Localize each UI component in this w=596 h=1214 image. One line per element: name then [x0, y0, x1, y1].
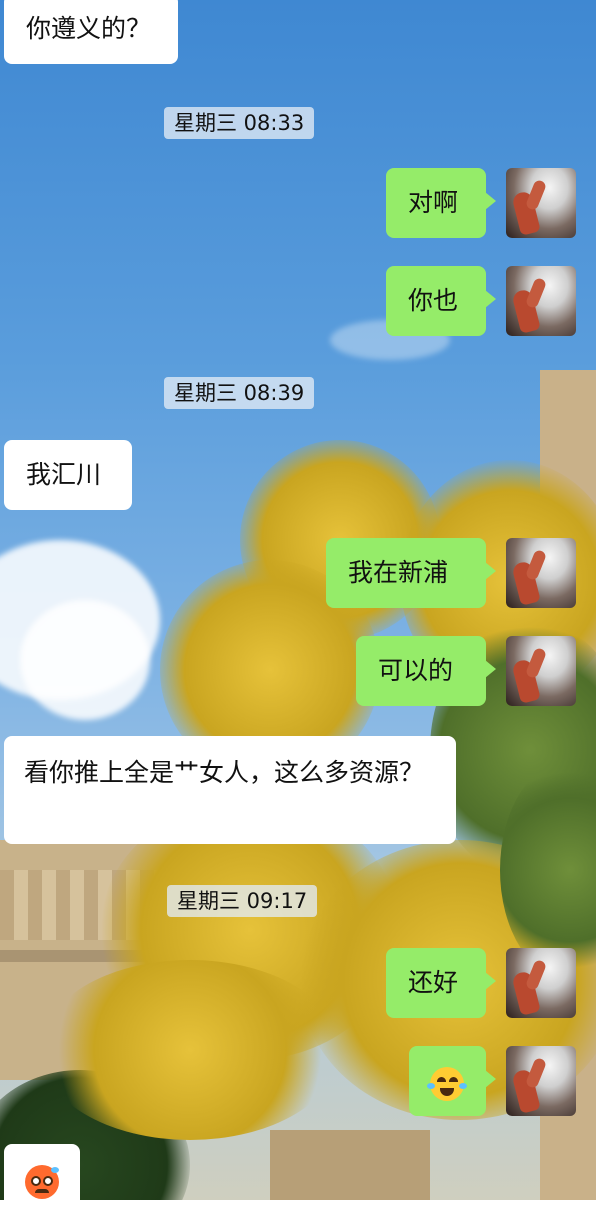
incoming-emoji-bubble[interactable] — [4, 1144, 80, 1214]
anxious-face-icon — [25, 1165, 59, 1199]
face-with-tears-of-joy-icon — [427, 1067, 467, 1101]
timestamp: 星期三 08:39 — [164, 377, 315, 409]
timestamp: 星期三 08:33 — [164, 107, 315, 139]
message-text: 我汇川 — [26, 460, 102, 489]
message-text: 你也 — [408, 286, 459, 315]
outgoing-emoji-bubble[interactable] — [409, 1046, 496, 1116]
outgoing-message-bubble[interactable]: 你也 — [386, 266, 496, 336]
user-avatar[interactable] — [506, 1046, 576, 1116]
outgoing-message-bubble[interactable]: 还好 — [386, 948, 496, 1018]
message-text: 还好 — [408, 968, 459, 997]
incoming-message-bubble[interactable]: 看你推上全是艹女人，这么多资源？ — [4, 736, 456, 844]
timestamp: 星期三 09:17 — [167, 885, 318, 917]
message-text: 我在新浦 — [348, 558, 449, 587]
outgoing-message-bubble[interactable]: 可以的 — [356, 636, 496, 706]
message-text: 可以的 — [378, 656, 454, 685]
user-avatar[interactable] — [506, 948, 576, 1018]
incoming-message-bubble[interactable]: 你遵义的？ — [4, 0, 178, 64]
incoming-message-bubble[interactable]: 我汇川 — [4, 440, 132, 510]
message-text: 对啊 — [408, 188, 459, 217]
outgoing-message-bubble[interactable]: 对啊 — [386, 168, 496, 238]
outgoing-message-bubble[interactable]: 我在新浦 — [326, 538, 496, 608]
user-avatar[interactable] — [506, 168, 576, 238]
user-avatar[interactable] — [506, 538, 576, 608]
message-text: 你遵义的？ — [26, 14, 152, 43]
user-avatar[interactable] — [506, 266, 576, 336]
user-avatar[interactable] — [506, 636, 576, 706]
message-text: 看你推上全是艹女人，这么多资源？ — [24, 758, 425, 787]
